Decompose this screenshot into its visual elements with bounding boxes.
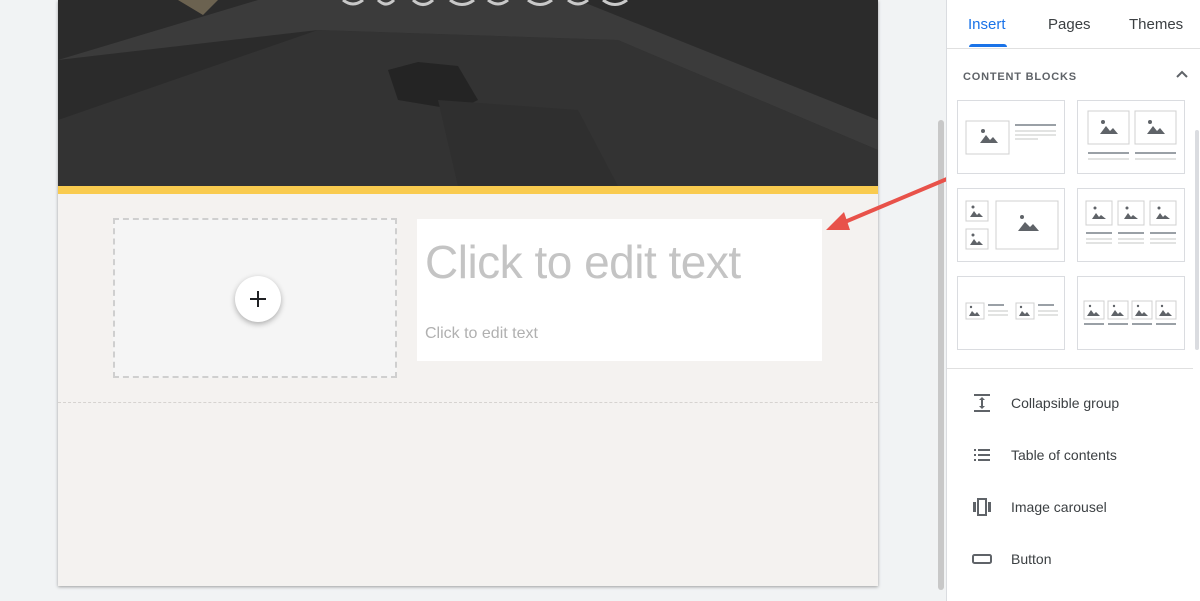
text-box[interactable]: Click to edit text Click to edit text	[417, 219, 822, 361]
panel-tabs: Insert Pages Themes	[947, 0, 1200, 49]
editor-canvas: Click to edit text Click to edit text	[0, 0, 946, 601]
insert-panel: Insert Pages Themes CONTENT BLOCKS Colla…	[946, 0, 1200, 601]
image-carousel-icon	[973, 498, 991, 516]
tab-pages[interactable]: Pages	[1048, 16, 1091, 33]
tab-insert[interactable]: Insert	[968, 16, 1006, 33]
layout-three-images-icon	[1085, 200, 1177, 244]
chevron-up-icon[interactable]	[1173, 66, 1191, 84]
site-page: Click to edit text Click to edit text	[58, 0, 878, 586]
layout-image-text-pairs-icon	[965, 302, 1058, 320]
table-of-contents-icon	[974, 449, 990, 461]
content-block-image-text-pairs[interactable]	[957, 276, 1065, 350]
layout-four-images-icon	[1083, 300, 1177, 325]
accent-stripe	[58, 186, 878, 194]
panel-scrollbar[interactable]	[1195, 130, 1199, 350]
content-block-image-text[interactable]	[957, 100, 1065, 174]
panel-divider	[947, 368, 1193, 369]
tab-themes[interactable]: Themes	[1129, 16, 1183, 33]
layout-image-gallery-icon	[965, 200, 1059, 250]
tool-label: Button	[1011, 551, 1052, 567]
content-block-image-gallery[interactable]	[957, 188, 1065, 262]
content-blocks-header: CONTENT BLOCKS	[963, 71, 1077, 83]
section-divider	[58, 402, 878, 403]
image-placeholder[interactable]	[113, 218, 397, 378]
layout-two-images-icon	[1087, 110, 1177, 160]
title-placeholder-text[interactable]: Click to edit text	[425, 235, 741, 289]
content-block-three-images[interactable]	[1077, 188, 1185, 262]
body-placeholder-text[interactable]: Click to edit text	[425, 325, 538, 343]
active-tab-indicator	[969, 44, 1007, 47]
annotation-arrow	[826, 174, 956, 230]
button-icon	[972, 554, 992, 564]
header-banner-image[interactable]	[58, 0, 878, 186]
tool-label: Table of contents	[1011, 447, 1117, 463]
add-image-button[interactable]	[235, 276, 281, 322]
layout-image-text-icon	[965, 120, 1056, 155]
tool-label: Image carousel	[1011, 499, 1107, 515]
content-block-four-images[interactable]	[1077, 276, 1185, 350]
collapsible-group-icon	[974, 394, 990, 412]
content-block-two-images[interactable]	[1077, 100, 1185, 174]
tool-label: Collapsible group	[1011, 395, 1120, 411]
plus-icon	[250, 291, 266, 307]
